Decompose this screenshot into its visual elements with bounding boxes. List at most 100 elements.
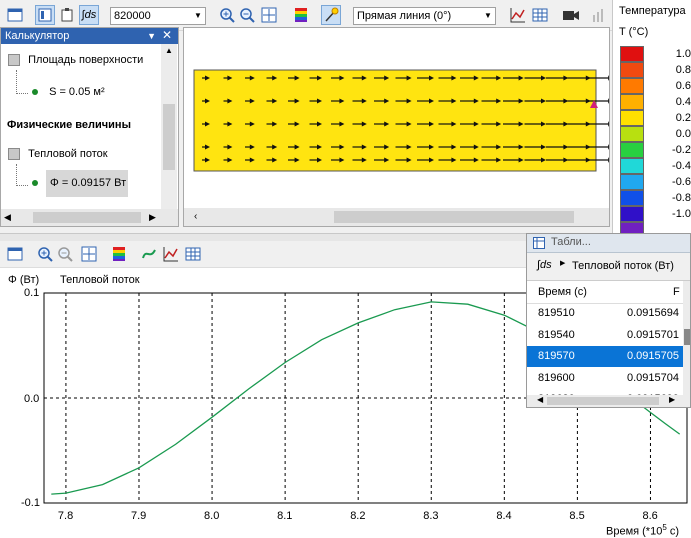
scroll-thumb[interactable] xyxy=(547,397,659,405)
cell-time: 819570 xyxy=(538,350,575,362)
x-axis-label-prefix: Время (*10 xyxy=(606,525,663,538)
vertical-scrollbar[interactable] xyxy=(683,281,690,396)
graph-icon[interactable] xyxy=(508,5,528,25)
legend-row: 0.2 xyxy=(613,110,691,126)
legend-row: 0.0 xyxy=(613,126,691,142)
green-dot-icon xyxy=(32,180,38,187)
legend-row: -0.6 xyxy=(613,174,691,190)
table-title-bar[interactable]: Табли... xyxy=(527,234,690,253)
legend-label: 0.2 xyxy=(675,112,691,124)
area-item[interactable]: Площадь поверхности xyxy=(8,54,143,67)
legend-swatch xyxy=(620,190,644,206)
legend-label: 0.8 xyxy=(675,64,691,76)
window-icon[interactable] xyxy=(5,5,25,25)
horizontal-scrollbar[interactable]: ◀ ▶ xyxy=(527,395,690,407)
chevron-right-icon[interactable]: ▶ xyxy=(149,212,156,223)
table-row[interactable]: 819570 0.0915705 xyxy=(527,346,687,367)
table-selector-label[interactable]: Тепловой поток (Вт) xyxy=(572,260,674,272)
probe-icon[interactable] xyxy=(321,5,341,25)
table-row[interactable]: 819510 0.0915694 xyxy=(527,303,687,324)
cell-value: 0.0915694 xyxy=(627,307,679,319)
x-tick-label: 8.0 xyxy=(204,510,220,522)
x-axis-label-suffix: с) xyxy=(666,525,680,538)
x-tick-label: 8.5 xyxy=(569,510,585,522)
line-mode-value: Прямая линия (0°) xyxy=(357,10,452,22)
time-combo[interactable]: 820000 ▼ xyxy=(110,7,206,25)
legend-label: 1.0 xyxy=(675,48,691,60)
scroll-thumb[interactable] xyxy=(33,212,141,223)
legend-label: -0.6 xyxy=(672,176,691,188)
zoom-in-icon[interactable] xyxy=(217,5,237,25)
chevron-left-icon[interactable]: ◀ xyxy=(537,395,543,404)
calculator-title: Калькулятор xyxy=(5,30,70,42)
flux-item[interactable]: Тепловой поток xyxy=(8,148,108,161)
cell-value: 0.0915704 xyxy=(627,371,679,384)
x-tick-label: 7.8 xyxy=(57,510,74,522)
area-value: S = 0.05 м² xyxy=(49,86,105,98)
table-window: Табли... ∫ds ▶ Тепловой поток (Вт) Время… xyxy=(526,233,691,408)
chevron-down-icon[interactable]: ▼ xyxy=(147,28,156,44)
legend-swatch xyxy=(620,62,644,78)
chevron-left-icon[interactable]: ◀ xyxy=(4,212,11,223)
calculator-toggle-icon[interactable] xyxy=(35,5,55,25)
legend-label: 0.0 xyxy=(675,128,691,140)
heat-flux-field[interactable] xyxy=(184,28,609,208)
flux-arrow-head xyxy=(608,98,609,104)
x-axis-label: Время (*105 с) xyxy=(606,523,679,538)
vertical-scrollbar[interactable]: ▲ xyxy=(161,44,177,209)
col-value-header[interactable]: F xyxy=(673,286,680,298)
bar-chart-icon[interactable] xyxy=(589,5,609,25)
chevron-left-icon[interactable]: ‹ xyxy=(194,211,197,222)
legend-label: -0.2 xyxy=(672,144,691,156)
scroll-thumb[interactable] xyxy=(684,329,690,345)
legend-row: -0.4 xyxy=(613,158,691,174)
legend-swatch xyxy=(620,158,644,174)
tree-line xyxy=(16,70,18,94)
cell-time: 819600 xyxy=(538,371,575,384)
zoom-fit-icon[interactable] xyxy=(259,5,279,25)
horizontal-scrollbar[interactable]: ‹ xyxy=(184,208,609,226)
legend-row: -0.2 xyxy=(613,142,691,158)
legend-swatch xyxy=(620,142,644,158)
table-row[interactable]: 819600 0.0915704 xyxy=(527,368,687,389)
y-tick-top: 0.1 xyxy=(24,287,40,299)
chevron-right-icon[interactable]: ▶ xyxy=(669,395,675,404)
legend-swatch xyxy=(620,126,644,142)
legend-label: -0.4 xyxy=(672,160,691,172)
line-mode-combo[interactable]: Прямая линия (0°) ▼ xyxy=(353,7,496,25)
calculator-title-bar: Калькулятор ▼ ✕ xyxy=(1,28,178,44)
close-icon[interactable]: ✕ xyxy=(162,27,172,43)
table-icon xyxy=(533,237,545,249)
legend-label: 0.6 xyxy=(675,80,691,92)
flux-value-item[interactable] xyxy=(32,177,38,189)
table-row[interactable]: 819540 0.0915701 xyxy=(527,325,687,346)
clipboard-icon[interactable] xyxy=(57,5,77,25)
scroll-thumb[interactable] xyxy=(163,104,175,170)
col-time-header[interactable]: Время (с) xyxy=(538,286,587,298)
table-icon[interactable] xyxy=(530,5,550,25)
flux-value[interactable]: Φ = 0.09157 Вт xyxy=(46,170,128,197)
zoom-out-icon[interactable] xyxy=(237,5,257,25)
x-tick-label: 8.6 xyxy=(642,510,658,522)
color-map-icon[interactable] xyxy=(291,5,311,25)
x-tick-label: 8.1 xyxy=(277,510,293,522)
field-view[interactable]: ‹ xyxy=(183,27,610,227)
area-value-item[interactable]: S = 0.05 м² xyxy=(32,86,105,98)
calculator-panel: Калькулятор ▼ ✕ Площадь поверхности S = … xyxy=(0,27,179,227)
integral-icon[interactable]: ∫ds xyxy=(79,5,99,25)
cell-time: 819510 xyxy=(538,307,575,319)
cell-value: 0.0915705 xyxy=(627,350,679,362)
table-header: Время (с) F xyxy=(527,281,687,304)
legend-label: -0.8 xyxy=(672,192,691,204)
legend-row: -0.8 xyxy=(613,190,691,206)
chevron-up-icon[interactable]: ▲ xyxy=(161,44,177,58)
horizontal-scrollbar[interactable]: ◀ ▶ xyxy=(1,209,178,226)
legend-swatch xyxy=(620,206,644,222)
legend-label: -1.0 xyxy=(672,208,691,220)
scroll-thumb[interactable] xyxy=(334,211,574,223)
flux-arrow-head xyxy=(608,75,609,81)
integral-icon[interactable]: ∫ds xyxy=(537,259,552,271)
camera-icon[interactable] xyxy=(561,5,581,25)
table-title: Табли... xyxy=(551,236,591,248)
chevron-right-icon[interactable]: ▶ xyxy=(560,259,565,267)
